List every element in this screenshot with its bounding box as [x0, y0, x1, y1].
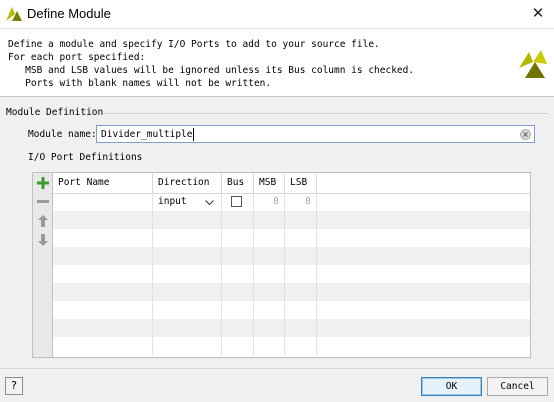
move-down-icon[interactable] — [35, 232, 51, 248]
empty-cell — [153, 283, 222, 301]
table-row-empty — [53, 265, 530, 283]
port-toolbar — [32, 172, 53, 358]
table-header: Port Name Direction Bus MSB LSB — [53, 173, 530, 194]
empty-cell — [254, 319, 285, 337]
empty-cell — [254, 229, 285, 247]
empty-cell — [254, 247, 285, 265]
empty-cell — [254, 211, 285, 229]
empty-cell — [285, 283, 317, 301]
empty-cell — [254, 265, 285, 283]
table-row-empty — [53, 319, 530, 337]
column-header-direction[interactable]: Direction — [153, 173, 222, 193]
empty-cell — [222, 211, 254, 229]
empty-cell — [222, 337, 254, 355]
empty-cell — [53, 211, 153, 229]
description-line-3: MSB and LSB values will be ignored unles… — [8, 65, 415, 76]
footer-divider — [0, 368, 554, 369]
empty-cell — [53, 283, 153, 301]
ok-button[interactable]: OK — [421, 377, 482, 396]
section-io-port-definitions: I/O Port Definitions — [28, 152, 143, 163]
empty-cell — [285, 301, 317, 319]
msb-cell[interactable]: 0 — [254, 193, 285, 211]
table-row-empty — [53, 211, 530, 229]
direction-value: input — [158, 196, 187, 207]
empty-cell — [285, 337, 317, 355]
empty-cell — [285, 247, 317, 265]
column-header-bus[interactable]: Bus — [222, 173, 254, 193]
empty-cell — [53, 319, 153, 337]
module-name-input[interactable]: Divider_multiple — [96, 125, 535, 143]
empty-cell — [53, 337, 153, 355]
move-up-icon[interactable] — [35, 213, 51, 229]
empty-cell — [254, 337, 285, 355]
table-row-empty — [53, 337, 530, 355]
empty-cell — [222, 319, 254, 337]
empty-cell — [53, 265, 153, 283]
text-caret — [193, 128, 194, 141]
table-row-empty — [53, 301, 530, 319]
remove-icon[interactable] — [35, 194, 51, 210]
empty-cell — [53, 301, 153, 319]
empty-cell — [153, 265, 222, 283]
empty-cell — [285, 229, 317, 247]
section-module-definition: Module Definition — [6, 107, 104, 118]
empty-cell — [153, 229, 222, 247]
help-button[interactable]: ? — [5, 377, 23, 395]
empty-cell — [285, 319, 317, 337]
window-title: Define Module — [27, 6, 111, 21]
empty-cell — [153, 247, 222, 265]
description-line-2: For each port specified: — [8, 52, 146, 63]
description-line-1: Define a module and specify I/O Ports to… — [8, 39, 380, 50]
table-row[interactable]: input 0 0 — [53, 193, 530, 211]
vivado-app-icon — [6, 7, 22, 21]
section-divider — [104, 113, 548, 114]
column-header-msb[interactable]: MSB — [254, 173, 285, 193]
table-row-empty — [53, 247, 530, 265]
port-name-cell[interactable] — [53, 193, 153, 211]
empty-cell — [222, 301, 254, 319]
column-header-lsb[interactable]: LSB — [285, 173, 317, 193]
bus-cell — [222, 193, 254, 211]
empty-cell — [153, 319, 222, 337]
table-row-empty — [53, 283, 530, 301]
empty-cell — [53, 229, 153, 247]
empty-cell — [285, 211, 317, 229]
empty-cell — [254, 301, 285, 319]
column-header-port-name[interactable]: Port Name — [53, 173, 153, 193]
vivado-logo-icon — [519, 50, 547, 78]
port-table: Port Name Direction Bus MSB LSB input 0 … — [53, 172, 531, 358]
empty-cell — [53, 247, 153, 265]
bus-checkbox[interactable] — [231, 196, 242, 207]
empty-cell — [254, 283, 285, 301]
module-name-label: Module name: — [28, 129, 97, 140]
lsb-cell[interactable]: 0 — [285, 193, 317, 211]
cancel-button[interactable]: Cancel — [487, 377, 548, 396]
title-bar: Define Module ✕ — [0, 0, 554, 28]
chevron-down-icon — [205, 200, 214, 205]
empty-cell — [222, 283, 254, 301]
empty-cell — [153, 301, 222, 319]
table-row-empty — [53, 229, 530, 247]
empty-cell — [153, 211, 222, 229]
empty-cell — [153, 337, 222, 355]
add-icon[interactable] — [35, 175, 51, 191]
empty-cell — [222, 229, 254, 247]
empty-cell — [285, 265, 317, 283]
direction-select[interactable]: input — [153, 193, 222, 211]
module-name-value: Divider_multiple — [101, 129, 193, 140]
description-line-4: Ports with blank names will not be writt… — [8, 78, 272, 89]
empty-cell — [222, 265, 254, 283]
close-button[interactable]: ✕ — [527, 3, 549, 23]
clear-icon[interactable] — [520, 129, 531, 140]
empty-cell — [222, 247, 254, 265]
